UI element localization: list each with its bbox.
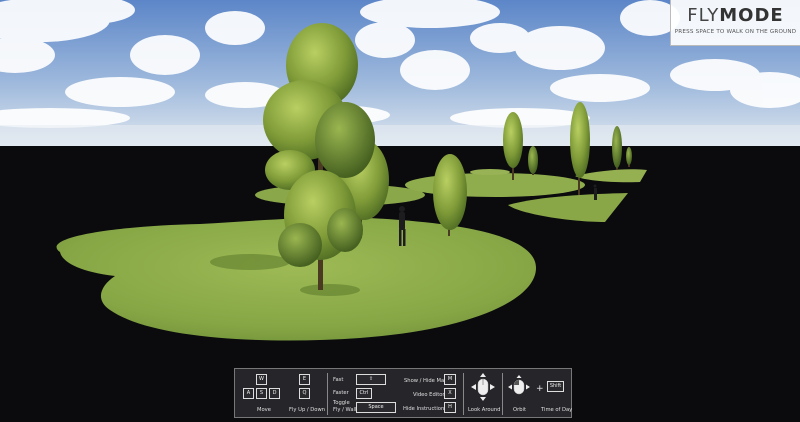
toggle-label-2: Fly / Walk — [333, 407, 358, 413]
show-hide-map-label: Show / Hide Map — [404, 378, 448, 384]
grass-island-far — [470, 169, 510, 175]
plus-sign: + — [536, 384, 544, 394]
orbit-label: Orbit — [513, 407, 526, 413]
key-x: X — [444, 388, 456, 399]
mode-title-fly: FLY — [687, 5, 720, 26]
key-q: Q — [299, 388, 310, 399]
move-label: Move — [257, 407, 271, 413]
3d-viewport-scene[interactable]: FLYMODE PRESS SPACE TO WALK ON THE GROUN… — [0, 0, 800, 422]
key-w: W — [256, 374, 267, 385]
divider — [463, 373, 464, 415]
key-s: S — [256, 388, 267, 399]
grass-island-mid — [405, 173, 585, 197]
key-d: D — [269, 388, 280, 399]
fly-mode-panel: FLYMODE PRESS SPACE TO WALK ON THE GROUN… — [670, 0, 800, 46]
hide-instructions-label: Hide Instructions — [403, 406, 447, 412]
key-m: M — [444, 374, 456, 385]
key-space: Space — [356, 402, 396, 413]
key-h: H — [444, 402, 456, 413]
key-e: E — [299, 374, 310, 385]
controls-instructions-panel: W A S D Move E Q Fly Up / Down Fast ⇧ Fa… — [234, 368, 572, 418]
mode-hint-text: PRESS SPACE TO WALK ON THE GROUND — [674, 29, 797, 35]
mouse-orbit-icon — [508, 375, 530, 395]
faster-label: Faster — [333, 390, 349, 396]
video-editor-label: Video Editor — [413, 392, 445, 398]
key-shift-time: Shift — [547, 381, 564, 392]
key-ctrl: Ctrl — [356, 388, 372, 399]
scene-render[interactable] — [0, 0, 800, 422]
fly-up-down-label: Fly Up / Down — [289, 407, 325, 413]
mode-title-mode: MODE — [719, 5, 784, 26]
look-around-label: Look Around — [468, 407, 501, 413]
mode-title: FLYMODE — [671, 5, 800, 26]
key-shift-fast: ⇧ — [356, 374, 386, 385]
divider — [502, 373, 503, 415]
fast-label: Fast — [333, 377, 344, 383]
key-a: A — [243, 388, 254, 399]
horizon-haze — [0, 125, 800, 148]
divider — [327, 373, 328, 415]
toggle-label-1: Toggle — [333, 400, 350, 406]
mouse-look-icon — [471, 373, 495, 401]
time-of-day-label: Time of Day — [541, 407, 573, 413]
